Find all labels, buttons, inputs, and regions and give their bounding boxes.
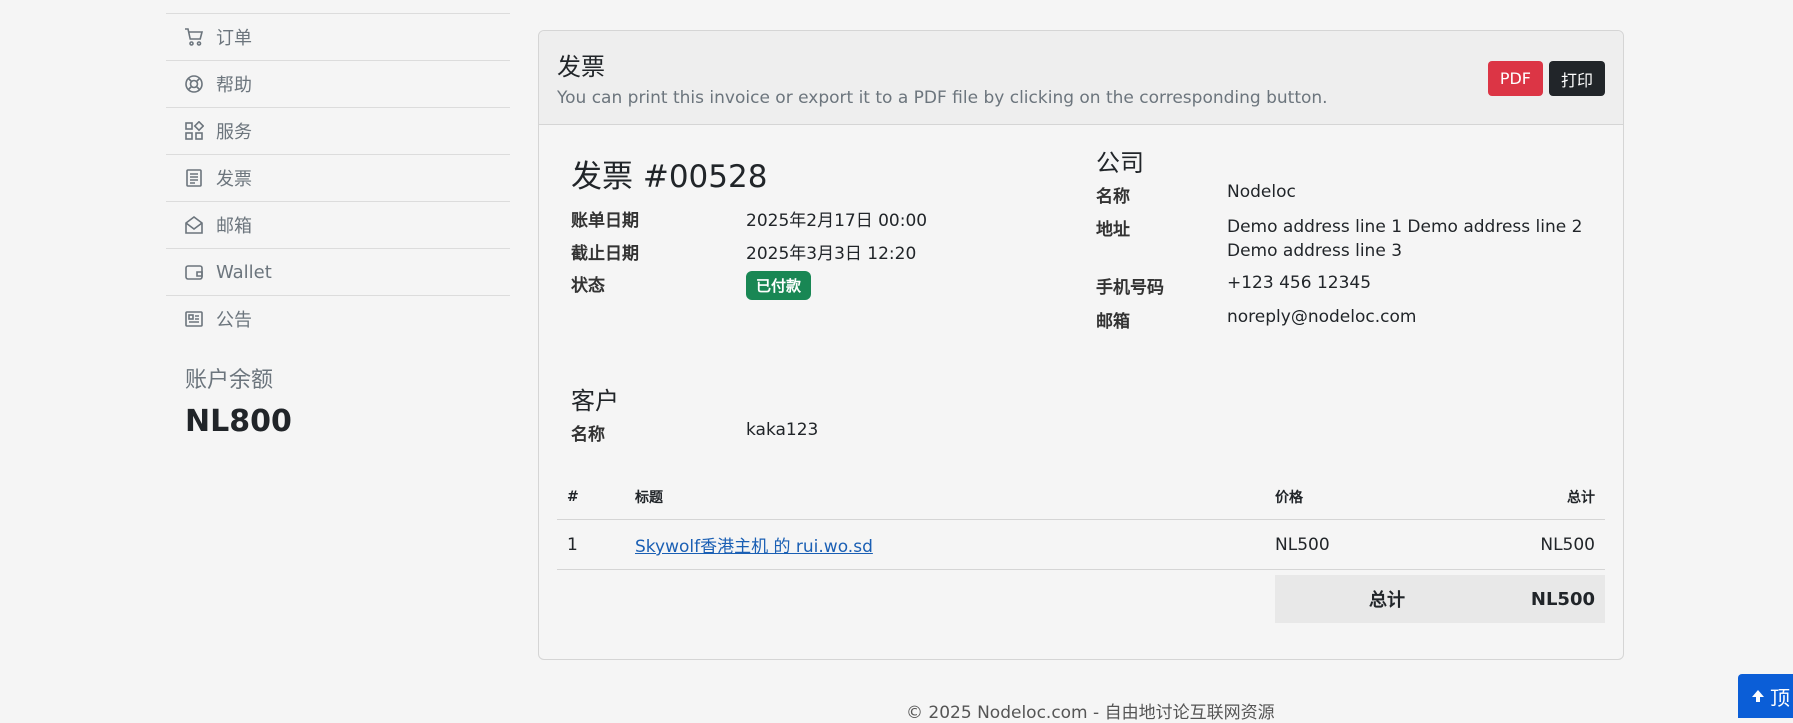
item-link[interactable]: Skywolf香港主机 的 rui.wo.sd (635, 537, 873, 557)
company-address-value: Demo address line 1 Demo address line 2 … (1227, 215, 1582, 263)
grand-total-label: 总计 (1369, 590, 1405, 611)
customer-name-label: 名称 (571, 425, 605, 445)
arrow-up-icon (1752, 690, 1764, 702)
sidebar-item-wallet[interactable]: Wallet (166, 248, 510, 295)
row-total: NL500 (1515, 519, 1605, 570)
table-header-row: # 标题 价格 总计 (557, 475, 1605, 520)
card-header: 发票 You can print this invoice or export … (539, 31, 1623, 125)
row-title-cell: Skywolf香港主机 的 rui.wo.sd (625, 519, 1265, 570)
status-badge: 已付款 (746, 271, 812, 300)
address-line-2: Demo address line 3 (1227, 241, 1403, 261)
bill-date-row: 账单日期 2025年2月17日 00:00 (571, 206, 927, 231)
col-title-header: 标题 (625, 475, 1265, 520)
due-date-row: 截止日期 2025年3月3日 12:20 (571, 239, 916, 264)
newspaper-icon (184, 309, 204, 329)
sidebar-item-orders[interactable]: 订单 (166, 13, 510, 60)
invoice-card: 发票 You can print this invoice or export … (538, 30, 1624, 660)
company-phone-row: 手机号码 +123 456 12345 (1096, 273, 1371, 298)
company-title: 公司 (1096, 149, 1144, 177)
back-to-top-button[interactable]: 顶 (1738, 674, 1793, 718)
sidebar-item-label: 发票 (216, 169, 252, 190)
bill-date-label: 账单日期 (571, 211, 639, 231)
print-button[interactable]: 打印 (1548, 61, 1605, 96)
sidebar-item-label: Wallet (216, 261, 272, 283)
sidebar-item-label: 邮箱 (216, 216, 252, 237)
grand-total-value: NL500 (1530, 588, 1595, 610)
col-total-header: 总计 (1515, 475, 1605, 520)
sidebar-item-invoices[interactable]: 发票 (166, 154, 510, 201)
status-row: 状态 已付款 (571, 271, 812, 300)
company-name-value: Nodeloc (1227, 182, 1296, 202)
company-phone-value: +123 456 12345 (1227, 273, 1372, 293)
company-name-row: 名称 Nodeloc (1096, 182, 1296, 207)
pdf-button[interactable]: PDF (1487, 61, 1543, 96)
balance-label: 账户余额 (185, 368, 274, 393)
sidebar-item-announcements[interactable]: 公告 (166, 295, 510, 342)
customer-name-row: 名称 kaka123 (571, 420, 818, 445)
sidebar: 订单 帮助 服务 发票 邮箱 Wallet 公告 账户余额 NL800 (166, 13, 510, 439)
company-email-value: noreply@nodeloc.com (1227, 307, 1417, 327)
sidebar-item-mailbox[interactable]: 邮箱 (166, 201, 510, 248)
table-row: 1 Skywolf香港主机 的 rui.wo.sd NL500 NL500 (557, 519, 1605, 570)
company-address-row: 地址 Demo address line 1 Demo address line… (1096, 215, 1582, 263)
sidebar-item-label: 帮助 (216, 75, 252, 96)
company-phone-label: 手机号码 (1096, 278, 1164, 298)
status-label: 状态 (571, 276, 605, 296)
company-email-label: 邮箱 (1096, 312, 1130, 332)
row-num: 1 (557, 519, 625, 570)
col-price-header: 价格 (1265, 475, 1515, 520)
sidebar-item-label: 订单 (216, 28, 252, 49)
lifebuoy-icon (184, 74, 204, 94)
receipt-icon (184, 168, 204, 188)
due-date-value: 2025年3月3日 12:20 (746, 244, 917, 264)
sidebar-item-services[interactable]: 服务 (166, 107, 510, 154)
bill-date-value: 2025年2月17日 00:00 (746, 211, 928, 231)
wallet-icon (184, 262, 204, 282)
back-to-top-label: 顶 (1770, 685, 1790, 710)
customer-name-value: kaka123 (746, 420, 819, 440)
footer-copyright: © 2025 Nodeloc.com - 自由地讨论互联网资源 (906, 703, 1275, 723)
items-table: # 标题 价格 总计 1 Skywolf香港主机 的 rui.wo.sd NL5… (557, 475, 1605, 570)
card-subtitle: You can print this invoice or export it … (557, 88, 1328, 108)
sidebar-item-label: 服务 (216, 122, 252, 143)
sidebar-item-help[interactable]: 帮助 (166, 60, 510, 107)
card-title: 发票 (557, 53, 605, 81)
cart-icon (184, 27, 204, 47)
row-price: NL500 (1265, 519, 1515, 570)
invoice-title: 发票 #00528 (571, 159, 768, 195)
sidebar-item-label: 公告 (216, 310, 252, 331)
balance-value: NL800 (185, 404, 292, 439)
envelope-open-icon (184, 215, 204, 235)
company-address-label: 地址 (1096, 220, 1130, 240)
grand-total: 总计 NL500 (1275, 575, 1605, 623)
grid-icon (184, 121, 204, 141)
company-name-label: 名称 (1096, 187, 1130, 207)
address-line-1: Demo address line 1 Demo address line 2 (1227, 217, 1583, 237)
due-date-label: 截止日期 (571, 244, 639, 264)
company-email-row: 邮箱 noreply@nodeloc.com (1096, 307, 1416, 332)
col-num-header: # (557, 475, 625, 520)
customer-title: 客户 (571, 387, 619, 415)
